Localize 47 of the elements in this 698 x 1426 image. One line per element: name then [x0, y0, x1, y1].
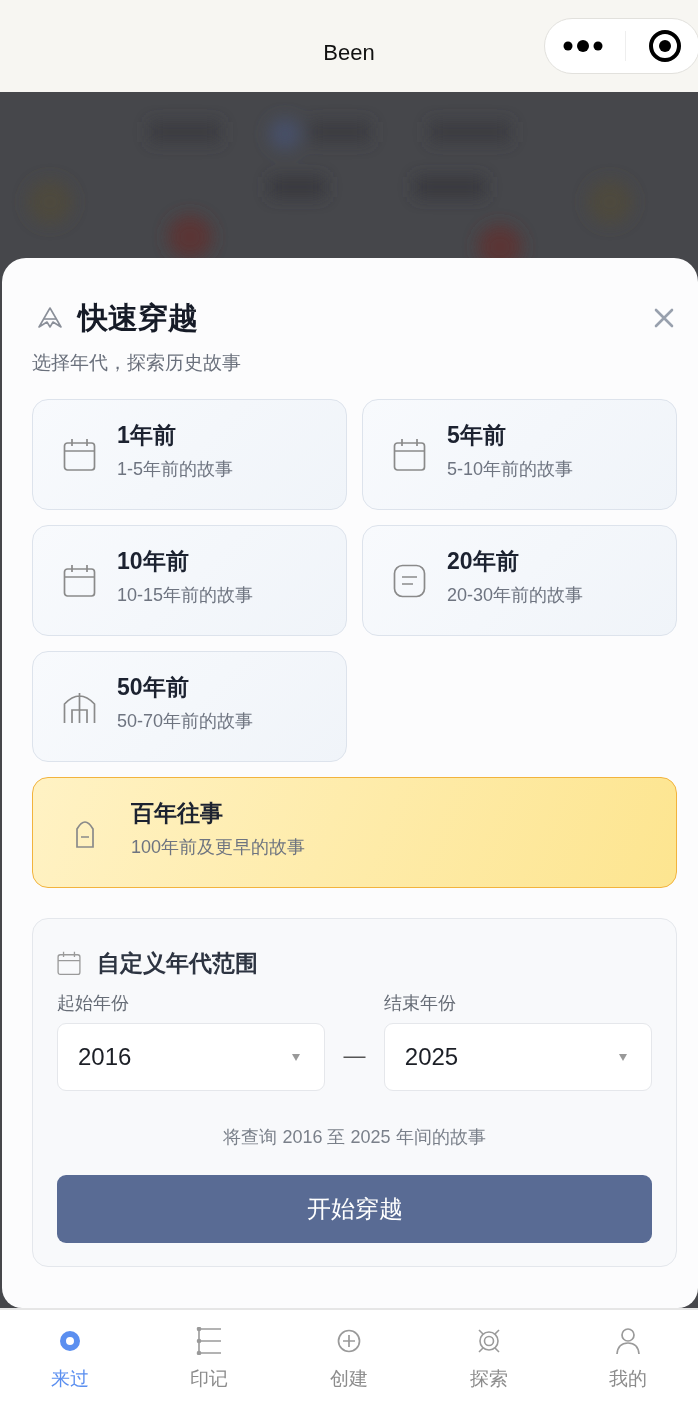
dropdown-arrow-icon	[619, 1053, 627, 1061]
period-description: 50-70年前的故事	[117, 710, 254, 733]
period-card[interactable]: 50年前 50-70年前的故事	[32, 651, 347, 762]
period-description: 100年前及更早的故事	[131, 836, 306, 859]
target-icon	[475, 1328, 502, 1354]
period-card[interactable]: 20年前 20-30年前的故事	[362, 525, 677, 636]
calendar-icon	[62, 563, 96, 598]
target-icon[interactable]	[648, 29, 682, 63]
period-description: 10-15年前的故事	[117, 584, 254, 607]
period-title: 20年前	[447, 547, 520, 576]
note-icon	[392, 563, 426, 598]
field-label: 起始年份	[57, 992, 130, 1015]
select-value: 2025	[404, 1043, 459, 1071]
period-title: 百年往事	[131, 799, 224, 828]
window-title: Been	[323, 40, 375, 66]
route-icon	[36, 305, 64, 331]
period-title: 1年前	[117, 421, 177, 450]
period-title: 50年前	[117, 673, 190, 702]
period-description: 20-30年前的故事	[447, 584, 584, 607]
ring-icon	[58, 1330, 81, 1352]
start-year-select[interactable]: 2016	[57, 1023, 326, 1091]
select-value: 2016	[78, 1043, 132, 1071]
sheet-subtitle: 选择年代，探索历史故事	[32, 351, 242, 375]
add-icon	[337, 1329, 361, 1353]
period-card[interactable]: 5年前 5-10年前的故事	[362, 399, 677, 510]
dropdown-arrow-icon	[292, 1053, 301, 1061]
panel-title: 自定义年代范围	[97, 948, 258, 978]
period-title: 10年前	[117, 547, 190, 576]
field-label: 结束年份	[383, 992, 457, 1015]
featured-period-card[interactable]: 百年往事 100年前及更早的故事	[32, 777, 677, 888]
sheet-title: 快速穿越	[78, 299, 198, 336]
person-icon	[615, 1327, 642, 1355]
calendar-icon	[392, 437, 426, 472]
period-description: 1-5年前的故事	[117, 458, 233, 481]
more-icon[interactable]	[563, 39, 605, 53]
period-title: 5年前	[447, 421, 507, 450]
tab-bar-item[interactable]: 印记	[139, 1310, 280, 1426]
calendar-icon	[62, 437, 96, 472]
range-hint: 将查询 2016 至 2025 年间的故事	[222, 1126, 487, 1149]
period-card[interactable]: 10年前 10-15年前的故事	[32, 525, 347, 636]
start-button[interactable]: 开始穿越	[57, 1175, 652, 1243]
calendar-icon	[57, 950, 81, 976]
end-year-select[interactable]: 2025	[383, 1023, 652, 1091]
period-description: 5-10年前的故事	[447, 458, 574, 481]
list-icon	[196, 1327, 223, 1355]
period-card[interactable]: 1年前 1-5年前的故事	[32, 399, 347, 510]
range-separator: —	[342, 1042, 367, 1070]
